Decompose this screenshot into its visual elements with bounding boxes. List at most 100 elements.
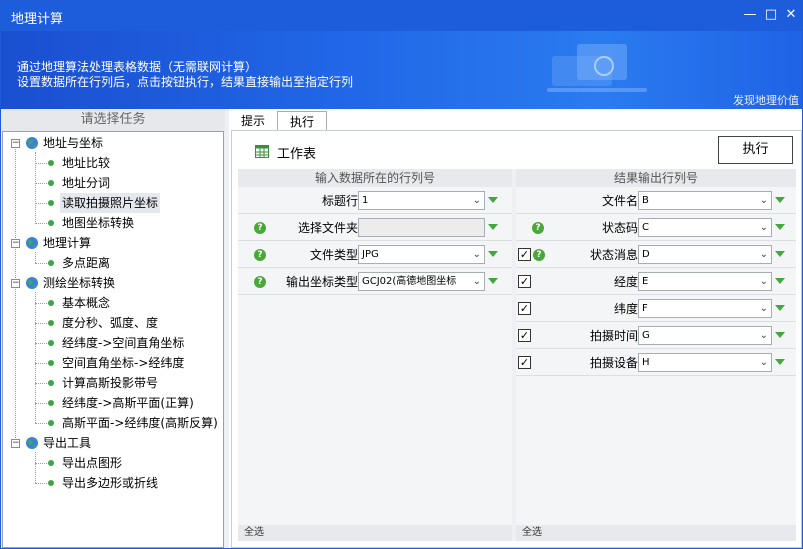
tree-group-survey-convert[interactable]: 测绘坐标转换: [43, 273, 115, 293]
globe-icon: [26, 137, 38, 149]
tree-item-gauss-inverse[interactable]: 高斯平面->经纬度(高斯反算): [62, 413, 218, 433]
output-row-longitude: ✓ 经度 E ⌄: [516, 268, 796, 295]
device-column-select[interactable]: H ⌄: [638, 353, 772, 372]
help-icon[interactable]: ?: [532, 222, 544, 234]
help-icon[interactable]: ?: [254, 249, 266, 261]
tree-item-multi-distance[interactable]: 多点距离: [62, 253, 110, 273]
green-arrow-icon[interactable]: [488, 197, 498, 203]
tab-execute[interactable]: 执行: [277, 111, 327, 131]
tree-item-address-compare[interactable]: 地址比较: [62, 153, 110, 173]
green-arrow-icon[interactable]: [775, 305, 785, 311]
green-arrow-icon[interactable]: [488, 278, 498, 284]
tree-item-read-photo-coords[interactable]: 读取拍摄照片坐标: [60, 193, 161, 213]
row-label: 文件名: [601, 194, 638, 208]
select-value: B: [642, 195, 649, 206]
green-arrow-icon[interactable]: [488, 251, 498, 257]
select-value: JPG: [362, 249, 379, 260]
banner-link[interactable]: 发现地理价值: [733, 92, 799, 108]
list-item-dot-icon: [48, 400, 54, 406]
window-title: 地理计算: [11, 12, 64, 27]
row-label: 状态消息: [589, 248, 638, 262]
collapse-toggle-icon[interactable]: −: [11, 279, 20, 288]
green-arrow-icon[interactable]: [775, 224, 785, 230]
tree-item-gauss-zone[interactable]: 计算高斯投影带号: [62, 373, 158, 393]
tree-group-address[interactable]: 地址与坐标: [43, 133, 103, 153]
input-row-filetype: ? 文件类型 JPG ⌄: [238, 241, 512, 268]
tree-branch-line: [35, 323, 47, 324]
collapse-toggle-icon[interactable]: −: [11, 239, 20, 248]
row-label: 标题行: [321, 194, 358, 208]
tree-branch-line: [35, 203, 47, 204]
tree-group-geo-calc[interactable]: 地理计算: [43, 233, 91, 253]
green-arrow-icon[interactable]: [775, 278, 785, 284]
input-row-coord-type: ? 输出坐标类型 GCJ02(高德地图坐标 ⌄: [238, 268, 512, 295]
status-msg-column-select[interactable]: D ⌄: [638, 245, 772, 264]
select-value: E: [642, 276, 649, 287]
table-icon: [255, 145, 269, 158]
maximize-icon[interactable]: □: [762, 6, 780, 24]
select-all-output[interactable]: 全选: [516, 525, 796, 541]
tree-item-export-polygon[interactable]: 导出多边形或折线: [62, 473, 158, 493]
list-item-dot-icon: [48, 200, 54, 206]
tree-item-address-segment[interactable]: 地址分词: [62, 173, 110, 193]
status-msg-checkbox[interactable]: ✓: [518, 248, 531, 261]
chevron-down-icon: ⌄: [472, 249, 481, 260]
longitude-checkbox[interactable]: ✓: [518, 275, 531, 288]
shot-time-checkbox[interactable]: ✓: [518, 329, 531, 342]
tree-item-xyz-to-lonlat[interactable]: 空间直角坐标->经纬度: [62, 353, 184, 373]
help-icon[interactable]: ?: [533, 249, 545, 261]
latitude-column-select[interactable]: F ⌄: [638, 299, 772, 318]
list-item-dot-icon: [48, 420, 54, 426]
execute-button[interactable]: 执行: [718, 136, 793, 164]
help-icon[interactable]: ?: [254, 222, 266, 234]
row-label: 输出坐标类型: [285, 275, 358, 289]
title-row-select[interactable]: 1 ⌄: [358, 191, 485, 210]
list-item-dot-icon: [48, 360, 54, 366]
output-panel-header: 结果输出行列号: [516, 169, 796, 187]
list-item-dot-icon: [48, 220, 54, 226]
tree-branch-line: [35, 483, 47, 484]
shot-time-column-select[interactable]: G ⌄: [638, 326, 772, 345]
filetype-select[interactable]: JPG ⌄: [358, 245, 485, 264]
collapse-toggle-icon[interactable]: −: [11, 439, 20, 448]
green-arrow-icon[interactable]: [775, 251, 785, 257]
worksheet-label[interactable]: 工作表: [277, 143, 316, 162]
coord-type-select[interactable]: GCJ02(高德地图坐标 ⌄: [358, 272, 485, 291]
folder-select[interactable]: [358, 218, 485, 237]
task-panel: 请选择任务 − 地址与坐标 地址比较 地址分词 读取拍摄照片坐标 地图坐标转换 …: [1, 109, 225, 548]
chevron-down-icon: ⌄: [472, 273, 481, 290]
tree-item-dms-radian[interactable]: 度分秒、弧度、度: [62, 313, 158, 333]
tree-branch-line: [35, 463, 47, 464]
select-all-input[interactable]: 全选: [238, 525, 512, 541]
help-icon[interactable]: ?: [254, 276, 266, 288]
green-arrow-icon[interactable]: [775, 197, 785, 203]
row-label: 拍摄时间: [589, 329, 638, 343]
chevron-down-icon: ⌄: [759, 195, 768, 206]
tree-item-map-coord-convert[interactable]: 地图坐标转换: [62, 213, 134, 233]
tree-group-export[interactable]: 导出工具: [43, 433, 91, 453]
chevron-down-icon: ⌄: [759, 222, 768, 233]
tree-item-basic-concept[interactable]: 基本概念: [62, 293, 110, 313]
status-code-column-select[interactable]: C ⌄: [638, 218, 772, 237]
output-row-status-code: ? 状态码 C ⌄: [516, 214, 796, 241]
collapse-toggle-icon[interactable]: −: [11, 139, 20, 148]
tab-tips[interactable]: 提示: [231, 111, 275, 131]
green-arrow-icon[interactable]: [488, 224, 498, 230]
input-row-title: 标题行 1 ⌄: [238, 187, 512, 214]
panel-splitter[interactable]: [225, 109, 229, 548]
close-icon[interactable]: ✕: [782, 6, 800, 24]
green-arrow-icon[interactable]: [775, 359, 785, 365]
longitude-column-select[interactable]: E ⌄: [638, 272, 772, 291]
filename-column-select[interactable]: B ⌄: [638, 191, 772, 210]
tree-item-export-points[interactable]: 导出点图形: [62, 453, 122, 473]
device-checkbox[interactable]: ✓: [518, 356, 531, 369]
globe-icon: [26, 437, 38, 449]
input-row-folder: ? 选择文件夹: [238, 214, 512, 241]
green-arrow-icon[interactable]: [775, 332, 785, 338]
select-value: GCJ02(高德地图坐标: [362, 276, 457, 287]
latitude-checkbox[interactable]: ✓: [518, 302, 531, 315]
tree-item-lonlat-to-xyz[interactable]: 经纬度->空间直角坐标: [62, 333, 184, 353]
chevron-down-icon: ⌄: [472, 195, 481, 206]
tree-item-gauss-forward[interactable]: 经纬度->高斯平面(正算): [62, 393, 194, 413]
minimize-icon[interactable]: —: [741, 6, 759, 24]
